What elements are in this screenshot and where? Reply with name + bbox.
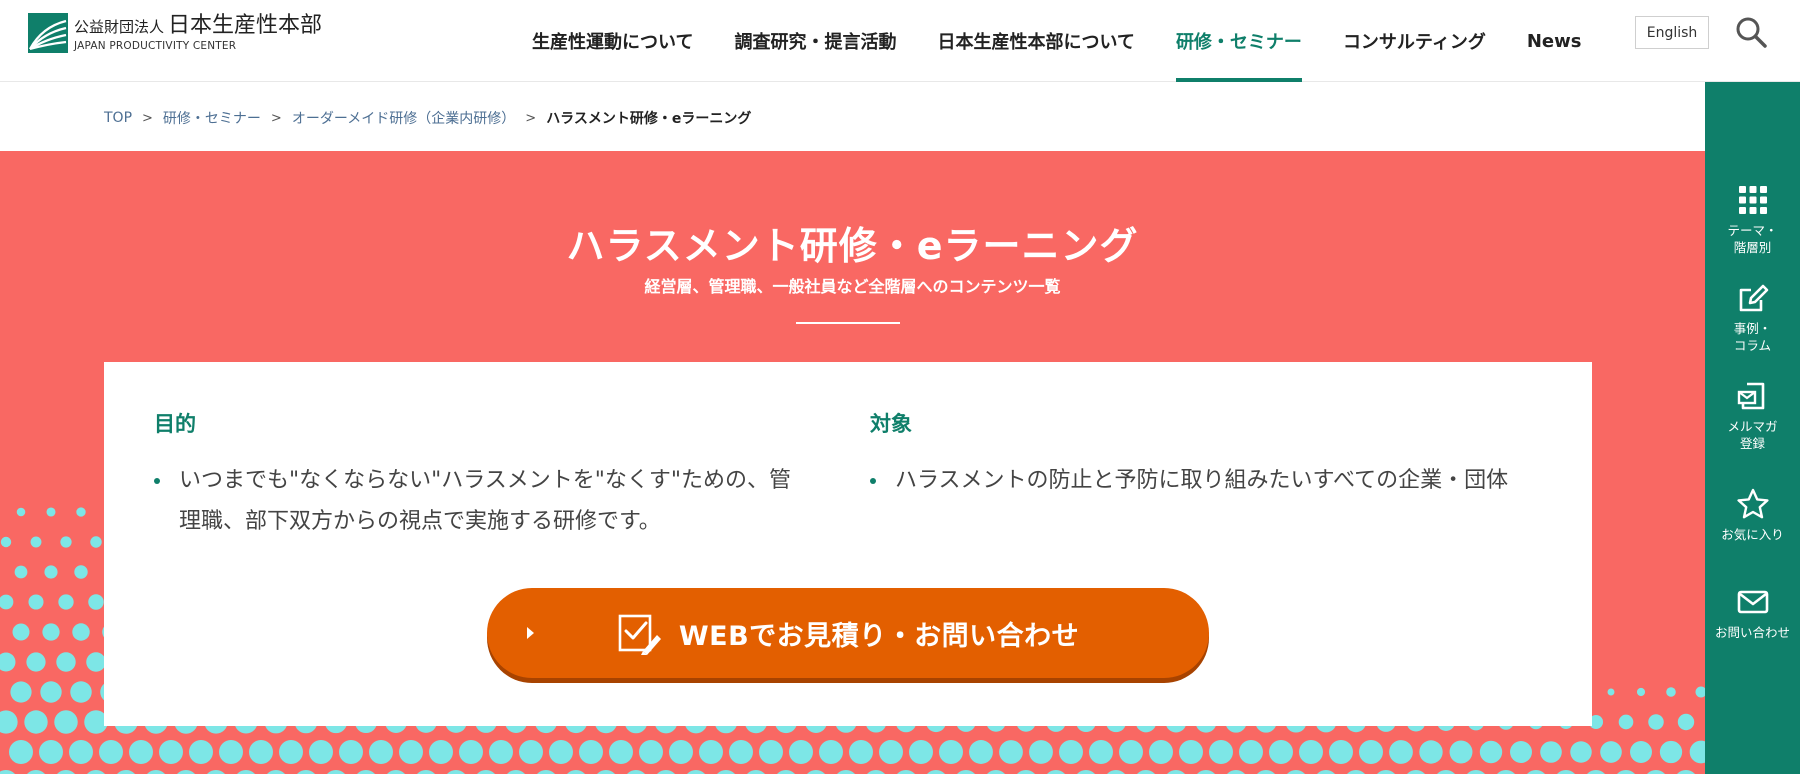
breadcrumb: TOP > 研修・セミナー > オーダーメイド研修（企業内研修） > ハラスメン… [104, 108, 751, 128]
side-item-contact[interactable]: お問い合わせ [1705, 586, 1800, 641]
nav-item-consulting[interactable]: コンサルティング [1343, 0, 1486, 82]
list-item: いつまでも"なくならない"ハラスメントを"なくす"ための、管理職、部下双方からの… [154, 460, 804, 542]
org-name: 日本生産性本部 [168, 13, 323, 38]
purpose-column: 目的 いつまでも"なくならない"ハラスメントを"なくす"ための、管理職、部下双方… [154, 408, 804, 542]
logo-text: 公益財団法人 日本生産性本部 JAPAN PRODUCTIVITY CENTER [74, 13, 323, 53]
breadcrumb-custom-training[interactable]: オーダーメイド研修（企業内研修） [292, 108, 515, 128]
star-icon [1736, 488, 1769, 519]
breadcrumb-separator: > [525, 110, 537, 126]
side-item-favorites[interactable]: お気に入り [1705, 488, 1800, 543]
nav-item-productivity-movement[interactable]: 生産性運動について [532, 0, 693, 82]
envelope-icon [1737, 590, 1768, 614]
site-header: 公益財団法人 日本生産性本部 JAPAN PRODUCTIVITY CENTER… [0, 0, 1800, 82]
arrow-right-icon [527, 627, 534, 639]
web-estimate-inquiry-button[interactable]: WEBでお見積り・お問い合わせ [487, 588, 1209, 678]
purpose-heading: 目的 [154, 412, 196, 436]
checklist-pen-icon [618, 614, 661, 655]
page-title: ハラスメント研修・eラーニング [566, 224, 1139, 268]
side-item-label: メルマガ 登録 [1727, 419, 1778, 451]
breadcrumb-separator: > [142, 110, 153, 126]
breadcrumb-current: ハラスメント研修・eラーニング [546, 111, 752, 127]
target-column: 対象 ハラスメントの防止と予防に取り組みたいすべての企業・団体 [870, 408, 1560, 501]
page-subtitle: 経営層、管理職、一般社員など全階層へのコンテンツ一覧 [644, 277, 1061, 296]
overview-card: 目的 いつまでも"なくならない"ハラスメントを"なくす"ための、管理職、部下双方… [104, 362, 1592, 726]
global-nav: 生産性運動について 調査研究・提言活動 日本生産性本部について 研修・セミナー … [532, 0, 1622, 82]
breadcrumb-training-seminar[interactable]: 研修・セミナー [163, 108, 261, 128]
side-item-newsletter[interactable]: メルマガ 登録 [1705, 380, 1800, 452]
list-item: ハラスメントの防止と予防に取り組みたいすべての企業・団体 [870, 460, 1560, 501]
grid-icon [1738, 186, 1767, 214]
search-icon[interactable] [1733, 14, 1769, 50]
side-item-label: お気に入り [1721, 527, 1784, 542]
cta-label: WEBでお見積り・お問い合わせ [678, 620, 1080, 652]
title-divider [796, 322, 900, 324]
side-item-cases-column[interactable]: 事例・ コラム [1705, 282, 1800, 354]
nav-item-news[interactable]: News [1527, 0, 1582, 82]
breadcrumb-separator: > [270, 110, 282, 126]
org-prefix: 公益財団法人 [74, 18, 165, 36]
org-name-en: JAPAN PRODUCTIVITY CENTER [74, 40, 237, 52]
site-logo[interactable]: 公益財団法人 日本生産性本部 JAPAN PRODUCTIVITY CENTER [28, 12, 322, 54]
side-menu: テーマ・ 階層別 事例・ コラム メルマガ 登録 お気に入り お問い合わせ [1705, 82, 1800, 774]
nav-item-research[interactable]: 調査研究・提言活動 [734, 0, 896, 82]
side-item-theme-level[interactable]: テーマ・ 階層別 [1705, 184, 1800, 256]
purpose-list: いつまでも"なくならない"ハラスメントを"なくす"ための、管理職、部下双方からの… [154, 460, 804, 542]
nav-item-training-seminar[interactable]: 研修・セミナー [1175, 0, 1302, 82]
edit-icon [1739, 284, 1768, 312]
side-item-label: お問い合わせ [1714, 625, 1790, 640]
nav-item-about[interactable]: 日本生産性本部について [937, 0, 1134, 82]
side-item-label: 事例・ コラム [1733, 321, 1772, 353]
mail-sign-up-icon [1737, 382, 1764, 410]
breadcrumb-top[interactable]: TOP [104, 110, 132, 126]
language-button[interactable]: English [1635, 16, 1709, 49]
target-list: ハラスメントの防止と予防に取り組みたいすべての企業・団体 [870, 460, 1560, 501]
target-heading: 対象 [870, 412, 912, 436]
side-item-label: テーマ・ 階層別 [1727, 223, 1778, 255]
logo-mark-icon [28, 13, 68, 53]
